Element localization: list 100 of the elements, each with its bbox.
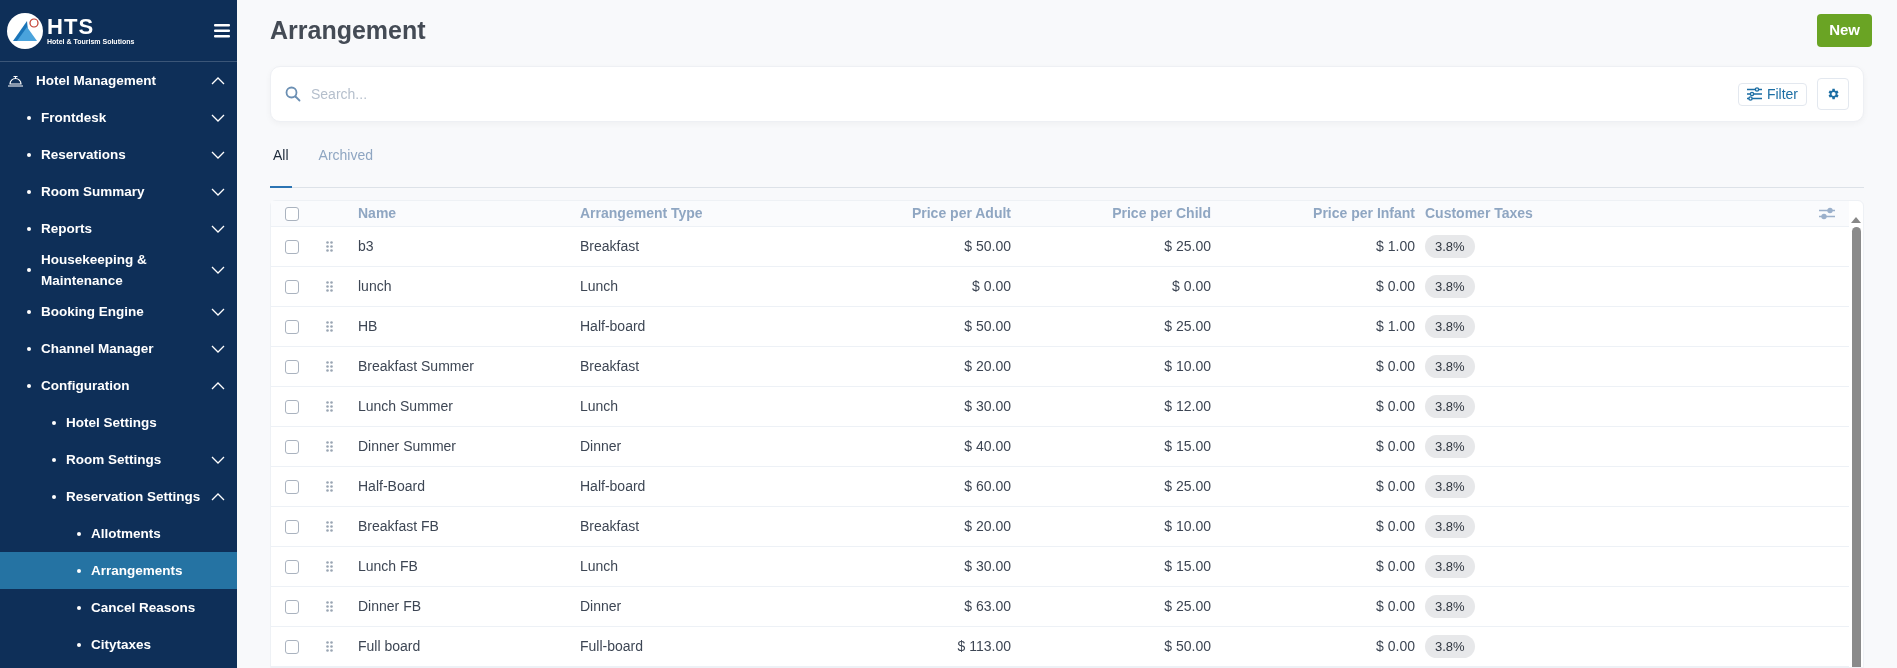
tax-badge: 3.8% <box>1425 354 1475 379</box>
scrollbar-thumb[interactable] <box>1851 227 1861 667</box>
table-cell: lunch <box>358 278 392 294</box>
drag-handle-icon[interactable] <box>326 401 333 412</box>
table-cell: $ 50.00 <box>964 318 1011 334</box>
sidebar-item[interactable]: Citytaxes <box>0 626 237 663</box>
drag-handle-icon[interactable] <box>326 601 333 612</box>
table-cell: $ 20.00 <box>964 358 1011 374</box>
row-checkbox[interactable] <box>285 599 299 614</box>
row-checkbox[interactable] <box>285 639 299 654</box>
chevron-down-icon <box>211 266 225 274</box>
table-cell: Full-board <box>580 638 644 654</box>
table-cell: $ 20.00 <box>964 518 1011 534</box>
table-cell: Dinner <box>580 598 622 614</box>
row-checkbox[interactable] <box>285 399 299 414</box>
bullet-icon <box>52 494 56 499</box>
table-cell: Lunch <box>580 278 619 294</box>
table-cell: Full board <box>358 638 421 654</box>
chevron-up-icon <box>211 381 225 390</box>
table-cell: $ 0.00 <box>1376 638 1415 654</box>
column-header: Price per Adult <box>910 204 1011 223</box>
row-checkbox[interactable] <box>285 319 299 334</box>
drag-handle-icon[interactable] <box>326 361 333 372</box>
table-cell: HB <box>358 318 378 334</box>
table-cell: Breakfast <box>580 358 640 374</box>
scroll-up-icon[interactable] <box>1851 217 1861 223</box>
table-cell: $ 15.00 <box>1164 558 1211 574</box>
row-checkbox[interactable] <box>285 519 299 534</box>
sidebar-item[interactable]: Room Settings <box>0 441 237 478</box>
tax-badge: 3.8% <box>1425 474 1475 499</box>
sidebar-item[interactable]: Housekeeping & Maintenance <box>0 247 237 293</box>
table-cell: Lunch <box>580 558 619 574</box>
chevron-up-icon <box>211 492 225 501</box>
tab[interactable]: All <box>270 145 292 188</box>
table-cell: $ 25.00 <box>1164 238 1211 254</box>
tax-badge: 3.8% <box>1425 234 1475 259</box>
column-header: Arrangement Type <box>580 204 704 223</box>
logo-icon <box>7 12 43 49</box>
table-cell: $ 30.00 <box>964 558 1011 574</box>
filter-button[interactable]: Filter <box>1737 82 1807 106</box>
drag-handle-icon[interactable] <box>326 441 333 452</box>
select-all-checkbox[interactable] <box>285 206 299 221</box>
sidebar-item[interactable]: Reports <box>0 210 237 247</box>
sidebar-item[interactable]: Frontdesk <box>0 99 237 136</box>
sidebar-item[interactable]: Cancel Reasons <box>0 589 237 626</box>
drag-handle-icon[interactable] <box>326 241 333 252</box>
table-cell: Half-Board <box>358 478 425 494</box>
sidebar-item[interactable]: Allotments <box>0 515 237 552</box>
table-cell: Half-board <box>580 478 646 494</box>
row-checkbox[interactable] <box>285 479 299 494</box>
column-header: Name <box>358 204 398 223</box>
table-cell: Dinner FB <box>358 598 422 614</box>
settings-icon <box>1826 87 1840 101</box>
table-cell: $ 1.00 <box>1376 318 1415 334</box>
row-checkbox[interactable] <box>285 439 299 454</box>
menu-icon[interactable] <box>214 23 230 38</box>
sidebar-item[interactable]: Channel Manager <box>0 330 237 367</box>
bullet-icon <box>77 642 81 647</box>
drag-handle-icon[interactable] <box>326 321 333 332</box>
bullet-icon <box>27 346 31 351</box>
table-cell: $ 40.00 <box>964 438 1011 454</box>
chevron-down-icon <box>211 455 225 464</box>
drag-handle-icon[interactable] <box>326 281 333 292</box>
table-cell: $ 113.00 <box>957 638 1011 654</box>
settings-button[interactable] <box>1817 78 1849 110</box>
tax-badge: 3.8% <box>1425 634 1475 659</box>
sidebar-item[interactable]: Arrangements <box>0 552 237 589</box>
table-cell: $ 10.00 <box>1164 518 1211 534</box>
bullet-icon <box>27 115 31 120</box>
column-settings-icon[interactable] <box>1819 207 1835 220</box>
bullet-icon <box>77 605 81 610</box>
drag-handle-icon[interactable] <box>326 641 333 652</box>
page-title: Arrangement <box>270 15 426 47</box>
table-cell: $ 0.00 <box>1376 598 1415 614</box>
sidebar-item[interactable]: Reservations <box>0 136 237 173</box>
table-cell: Breakfast <box>580 238 640 254</box>
row-checkbox[interactable] <box>285 239 299 254</box>
drag-handle-icon[interactable] <box>326 481 333 492</box>
table-cell: Half-board <box>580 318 646 334</box>
tax-badge: 3.8% <box>1425 394 1475 419</box>
row-checkbox[interactable] <box>285 279 299 294</box>
table-cell: $ 12.00 <box>1164 398 1211 414</box>
sidebar-item[interactable]: Booking Engine <box>0 293 237 330</box>
sidebar-item[interactable]: Reservation Settings <box>0 478 237 515</box>
sidebar-item[interactable]: Hotel Settings <box>0 404 237 441</box>
drag-handle-icon[interactable] <box>326 561 333 572</box>
chevron-down-icon <box>211 344 225 353</box>
sidebar-item[interactable]: Configuration <box>0 367 237 404</box>
table-cell: Breakfast FB <box>358 518 439 534</box>
row-checkbox[interactable] <box>285 559 299 574</box>
table-cell: $ 25.00 <box>1164 478 1211 494</box>
table-cell: Dinner Summer <box>358 438 457 454</box>
bell-icon <box>7 74 24 87</box>
drag-handle-icon[interactable] <box>326 521 333 532</box>
table-cell: $ 0.00 <box>1376 478 1415 494</box>
sidebar-item[interactable]: Hotel Management <box>0 62 237 99</box>
tax-badge: 3.8% <box>1425 514 1475 539</box>
row-checkbox[interactable] <box>285 359 299 374</box>
table-cell: $ 1.00 <box>1376 238 1415 254</box>
sidebar-item[interactable]: Room Summary <box>0 173 237 210</box>
